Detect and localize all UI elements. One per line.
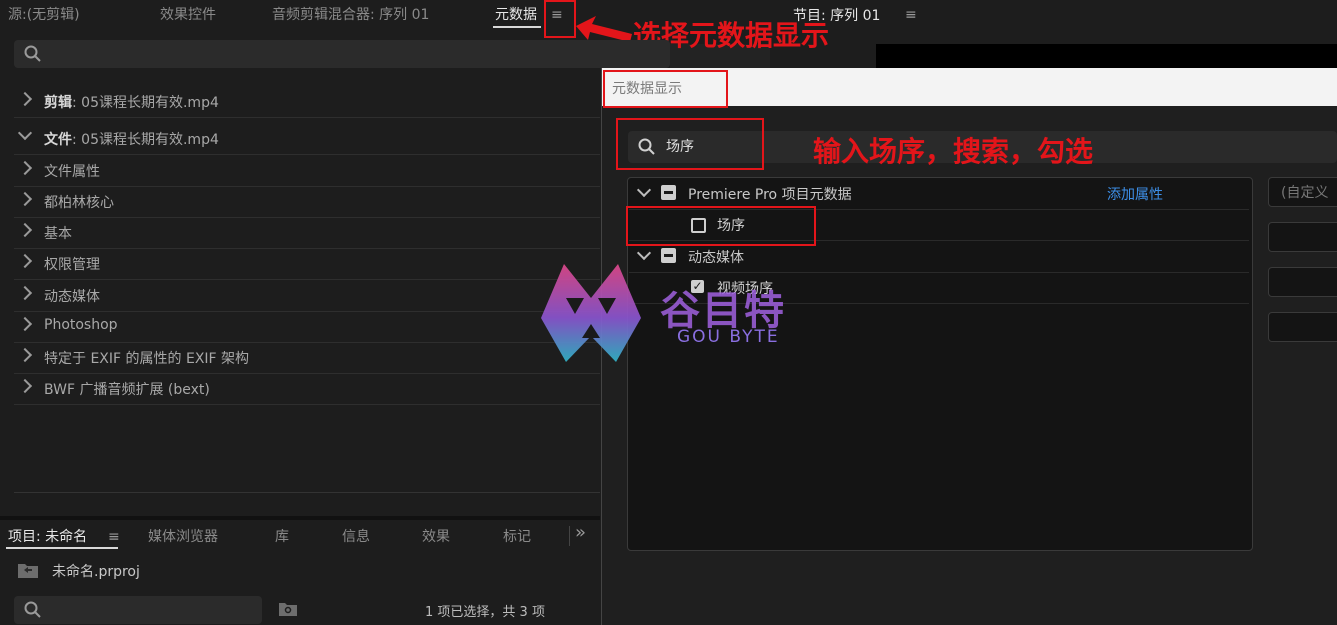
tab-info[interactable]: 信息 bbox=[342, 526, 370, 546]
tab-media-browser[interactable]: 媒体浏览器 bbox=[148, 526, 218, 546]
project-search-input[interactable] bbox=[14, 596, 262, 624]
chevron-right-icon bbox=[17, 91, 33, 107]
program-monitor-view bbox=[876, 44, 1337, 70]
tab-metadata[interactable]: 元数据 bbox=[495, 4, 537, 24]
section-label: 文件: 05课程长期有效.mp4 bbox=[44, 132, 219, 148]
chevron-right-icon bbox=[17, 222, 33, 238]
section-basic[interactable]: 基本 bbox=[14, 217, 600, 249]
section-label: 都柏林核心 bbox=[44, 195, 114, 211]
chevron-right-icon bbox=[17, 347, 33, 363]
divider bbox=[14, 492, 600, 493]
section-label: 基本 bbox=[44, 226, 72, 242]
search-icon bbox=[24, 601, 41, 618]
chevron-right-icon bbox=[17, 378, 33, 394]
section-rights[interactable]: 权限管理 bbox=[14, 248, 600, 280]
section-label: 权限管理 bbox=[44, 257, 100, 273]
chevron-down-icon bbox=[636, 182, 652, 198]
section-exif[interactable]: 特定于 EXIF 的属性的 EXIF 架构 bbox=[14, 342, 600, 374]
bin-search-icon[interactable] bbox=[278, 601, 298, 617]
chevron-right-icon bbox=[17, 191, 33, 207]
project-file-name[interactable]: 未命名.prproj bbox=[52, 561, 140, 581]
group-label: 动态媒体 bbox=[688, 250, 744, 266]
highlight-panel-menu bbox=[544, 0, 576, 38]
chevron-right-icon bbox=[17, 253, 33, 269]
more-tabs-icon[interactable]: » bbox=[575, 522, 586, 543]
tab-libraries[interactable]: 库 bbox=[275, 526, 289, 546]
highlight-dialog-title bbox=[603, 70, 728, 108]
active-tab-indicator bbox=[6, 547, 118, 549]
chevron-right-icon bbox=[17, 160, 33, 176]
partial-checkbox[interactable] bbox=[661, 185, 676, 200]
section-file[interactable]: 文件: 05课程长期有效.mp4 bbox=[14, 123, 600, 155]
group-label: Premiere Pro 项目元数据 bbox=[688, 187, 852, 203]
metadata-search-input[interactable] bbox=[14, 40, 670, 68]
tab-effects[interactable]: 效果 bbox=[422, 526, 450, 546]
add-property-link[interactable]: 添加属性 bbox=[1107, 184, 1163, 204]
dialog-button[interactable] bbox=[1268, 267, 1337, 297]
highlight-field-order bbox=[626, 206, 816, 246]
section-label: Photoshop bbox=[44, 317, 118, 333]
gou-byte-logo bbox=[541, 264, 641, 362]
selection-status: 1 项已选择，共 3 项 bbox=[425, 605, 545, 620]
section-label: 剪辑: 05课程长期有效.mp4 bbox=[44, 95, 219, 111]
tab-separator bbox=[569, 526, 570, 546]
active-tab-indicator bbox=[493, 26, 541, 28]
custom-button[interactable]: (自定义 bbox=[1268, 177, 1337, 207]
search-icon bbox=[24, 45, 41, 62]
dialog-button[interactable] bbox=[1268, 222, 1337, 252]
chevron-right-icon bbox=[17, 316, 33, 332]
chevron-down-icon bbox=[17, 125, 33, 141]
watermark-en: GOU BYTE bbox=[677, 327, 780, 347]
section-dynamic-media[interactable]: 动态媒体 bbox=[14, 280, 600, 312]
chevron-right-icon bbox=[17, 285, 33, 301]
section-dublin-core[interactable]: 都柏林核心 bbox=[14, 186, 600, 218]
tab-markers[interactable]: 标记 bbox=[503, 526, 531, 546]
section-file-properties[interactable]: 文件属性 bbox=[14, 155, 600, 187]
section-label: BWF 广播音频扩展 (bext) bbox=[44, 382, 210, 398]
folder-icon bbox=[18, 564, 38, 578]
panel-splitter[interactable] bbox=[0, 516, 600, 520]
section-label: 动态媒体 bbox=[44, 289, 100, 305]
section-photoshop[interactable]: Photoshop bbox=[14, 311, 600, 343]
tab-effect-controls[interactable]: 效果控件 bbox=[160, 4, 216, 24]
section-label: 文件属性 bbox=[44, 164, 100, 180]
partial-checkbox[interactable] bbox=[661, 248, 676, 263]
tab-audio-mixer[interactable]: 音频剪辑混合器: 序列 01 bbox=[272, 4, 429, 24]
section-bwf[interactable]: BWF 广播音频扩展 (bext) bbox=[14, 373, 600, 405]
tree-group-dynamic-media[interactable]: 动态媒体 bbox=[629, 241, 1249, 273]
section-clip[interactable]: 剪辑: 05课程长期有效.mp4 bbox=[14, 86, 600, 118]
program-menu-icon[interactable]: ≡ bbox=[905, 8, 919, 22]
annotation-search-hint: 输入场序，搜索，勾选 bbox=[813, 135, 1094, 168]
dialog-button[interactable] bbox=[1268, 312, 1337, 342]
project-menu-icon[interactable]: ≡ bbox=[108, 530, 122, 544]
tab-project[interactable]: 项目: 未命名 bbox=[8, 526, 87, 546]
tab-source[interactable]: 源:(无剪辑) bbox=[8, 4, 80, 24]
highlight-search bbox=[616, 118, 764, 170]
section-label: 特定于 EXIF 的属性的 EXIF 架构 bbox=[44, 351, 250, 367]
